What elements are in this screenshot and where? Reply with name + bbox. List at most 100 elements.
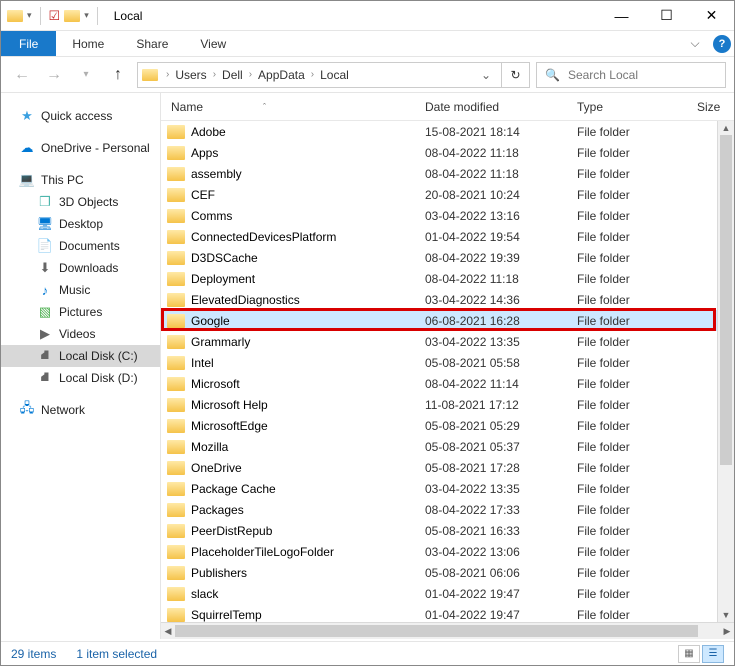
file-row[interactable]: ElevatedDiagnostics03-04-2022 14:36File … <box>161 289 734 310</box>
up-button[interactable]: ↑ <box>105 62 131 88</box>
scroll-thumb[interactable] <box>720 135 732 465</box>
file-date: 05-08-2021 06:06 <box>425 566 577 580</box>
maximize-button[interactable]: ☐ <box>644 1 689 31</box>
file-row[interactable]: Deployment08-04-2022 11:18File folder <box>161 268 734 289</box>
nav-item-downloads[interactable]: ⬇Downloads <box>1 257 160 279</box>
file-row[interactable]: D3DSCache08-04-2022 19:39File folder <box>161 247 734 268</box>
breadcrumb[interactable]: Users <box>173 68 208 82</box>
file-row[interactable]: assembly08-04-2022 11:18File folder <box>161 163 734 184</box>
scroll-up-icon[interactable]: ▲ <box>718 121 734 135</box>
folder-icon <box>167 251 185 265</box>
column-header-date[interactable]: Date modified <box>425 100 577 114</box>
file-row[interactable]: Apps08-04-2022 11:18File folder <box>161 142 734 163</box>
close-button[interactable]: ✕ <box>689 1 734 31</box>
file-row[interactable]: PlaceholderTileLogoFolder03-04-2022 13:0… <box>161 541 734 562</box>
back-button[interactable]: ← <box>9 62 35 88</box>
column-headers: Nameˆ Date modified Type Size <box>161 93 734 121</box>
properties-icon[interactable]: ☑ <box>49 8 61 24</box>
file-row[interactable]: Packages08-04-2022 17:33File folder <box>161 499 734 520</box>
vertical-scrollbar[interactable]: ▲ ▼ <box>717 121 734 622</box>
file-row[interactable]: slack01-04-2022 19:47File folder <box>161 583 734 604</box>
scroll-left-icon[interactable]: ◀ <box>161 626 175 637</box>
chevron-down-icon[interactable]: ⌄ <box>475 68 497 82</box>
tab-home[interactable]: Home <box>56 31 120 56</box>
tab-view[interactable]: View <box>184 31 242 56</box>
tab-share[interactable]: Share <box>120 31 184 56</box>
file-date: 20-08-2021 10:24 <box>425 188 577 202</box>
horizontal-scrollbar[interactable]: ◀ ▶ <box>161 622 734 639</box>
search-placeholder: Search Local <box>568 68 638 82</box>
column-header-size[interactable]: Size <box>697 100 734 114</box>
view-thumbnails-button[interactable]: ▦ <box>678 645 700 663</box>
file-type: File folder <box>577 377 697 391</box>
chevron-right-icon[interactable]: › <box>162 69 173 80</box>
recent-locations-button[interactable]: ▾ <box>73 62 99 88</box>
chevron-down-icon[interactable]: ▾ <box>27 10 32 21</box>
file-row[interactable]: CEF20-08-2021 10:24File folder <box>161 184 734 205</box>
scroll-thumb[interactable] <box>175 625 698 637</box>
scroll-right-icon[interactable]: ▶ <box>720 626 734 637</box>
nav-item-videos[interactable]: ▶Videos <box>1 323 160 345</box>
nav-network[interactable]: 🖧Network <box>1 399 160 421</box>
file-row[interactable]: Comms03-04-2022 13:16File folder <box>161 205 734 226</box>
file-row[interactable]: OneDrive05-08-2021 17:28File folder <box>161 457 734 478</box>
nav-item-diskc[interactable]: ⛘Local Disk (C:) <box>1 345 160 367</box>
nav-this-pc[interactable]: 💻This PC <box>1 169 160 191</box>
refresh-button[interactable]: ↻ <box>502 62 530 88</box>
file-row[interactable]: SquirrelTemp01-04-2022 19:47File folder <box>161 604 734 622</box>
nav-item-desktop[interactable]: 🖥Desktop <box>1 213 160 235</box>
file-name: Mozilla <box>191 440 425 454</box>
file-row[interactable]: Package Cache03-04-2022 13:35File folder <box>161 478 734 499</box>
folder-icon <box>167 608 185 622</box>
quick-access-toolbar: ▾ ☑ ▾ <box>1 7 108 25</box>
collapse-ribbon-icon[interactable]: ⌵ <box>680 31 710 56</box>
file-row[interactable]: Microsoft08-04-2022 11:14File folder <box>161 373 734 394</box>
file-row[interactable]: PeerDistRepub05-08-2021 16:33File folder <box>161 520 734 541</box>
chevron-down-icon[interactable]: ▾ <box>84 10 89 21</box>
breadcrumb[interactable]: Local <box>318 68 351 82</box>
new-folder-icon[interactable] <box>64 10 80 22</box>
nav-quick-access[interactable]: ★Quick access <box>1 105 160 127</box>
chevron-right-icon[interactable]: › <box>245 69 256 80</box>
file-row[interactable]: Mozilla05-08-2021 05:37File folder <box>161 436 734 457</box>
nav-item-3d[interactable]: ❒3D Objects <box>1 191 160 213</box>
file-type: File folder <box>577 524 697 538</box>
column-header-type[interactable]: Type <box>577 100 697 114</box>
scroll-down-icon[interactable]: ▼ <box>718 608 734 622</box>
view-details-button[interactable]: ☰ <box>702 645 724 663</box>
folder-icon <box>167 314 185 328</box>
forward-button[interactable]: → <box>41 62 67 88</box>
file-row[interactable]: Microsoft Help11-08-2021 17:12File folde… <box>161 394 734 415</box>
file-row[interactable]: Intel05-08-2021 05:58File folder <box>161 352 734 373</box>
address-bar[interactable]: › Users › Dell › AppData › Local ⌄ <box>137 62 502 88</box>
nav-item-diskd[interactable]: ⛘Local Disk (D:) <box>1 367 160 389</box>
help-button[interactable]: ? <box>710 31 734 56</box>
search-input[interactable]: 🔍 Search Local <box>536 62 726 88</box>
file-list[interactable]: Adobe15-08-2021 18:14File folderApps08-0… <box>161 121 734 622</box>
file-row[interactable]: MicrosoftEdge05-08-2021 05:29File folder <box>161 415 734 436</box>
nav-item-pictures[interactable]: ▧Pictures <box>1 301 160 323</box>
breadcrumb[interactable]: Dell <box>220 68 245 82</box>
nav-onedrive[interactable]: ☁OneDrive - Personal <box>1 137 160 159</box>
folder-icon <box>167 503 185 517</box>
chevron-right-icon[interactable]: › <box>209 69 220 80</box>
folder-icon <box>167 398 185 412</box>
file-row[interactable]: ConnectedDevicesPlatform01-04-2022 19:54… <box>161 226 734 247</box>
file-row[interactable]: Publishers05-08-2021 06:06File folder <box>161 562 734 583</box>
file-type: File folder <box>577 251 697 265</box>
navigation-pane[interactable]: ★Quick access ☁OneDrive - Personal 💻This… <box>1 93 161 639</box>
breadcrumb[interactable]: AppData <box>256 68 307 82</box>
nav-item-documents[interactable]: 📄Documents <box>1 235 160 257</box>
minimize-button[interactable]: — <box>599 1 644 31</box>
tab-file[interactable]: File <box>1 31 56 56</box>
chevron-right-icon[interactable]: › <box>307 69 318 80</box>
file-row[interactable]: Grammarly03-04-2022 13:35File folder <box>161 331 734 352</box>
column-header-name[interactable]: Nameˆ <box>167 100 425 114</box>
folder-icon <box>167 167 185 181</box>
sort-ascending-icon: ˆ <box>263 102 266 112</box>
file-row[interactable]: Adobe15-08-2021 18:14File folder <box>161 121 734 142</box>
item-count: 29 items <box>11 647 56 661</box>
file-date: 03-04-2022 14:36 <box>425 293 577 307</box>
file-row[interactable]: Google06-08-2021 16:28File folder <box>161 310 734 331</box>
nav-item-music[interactable]: ♪Music <box>1 279 160 301</box>
